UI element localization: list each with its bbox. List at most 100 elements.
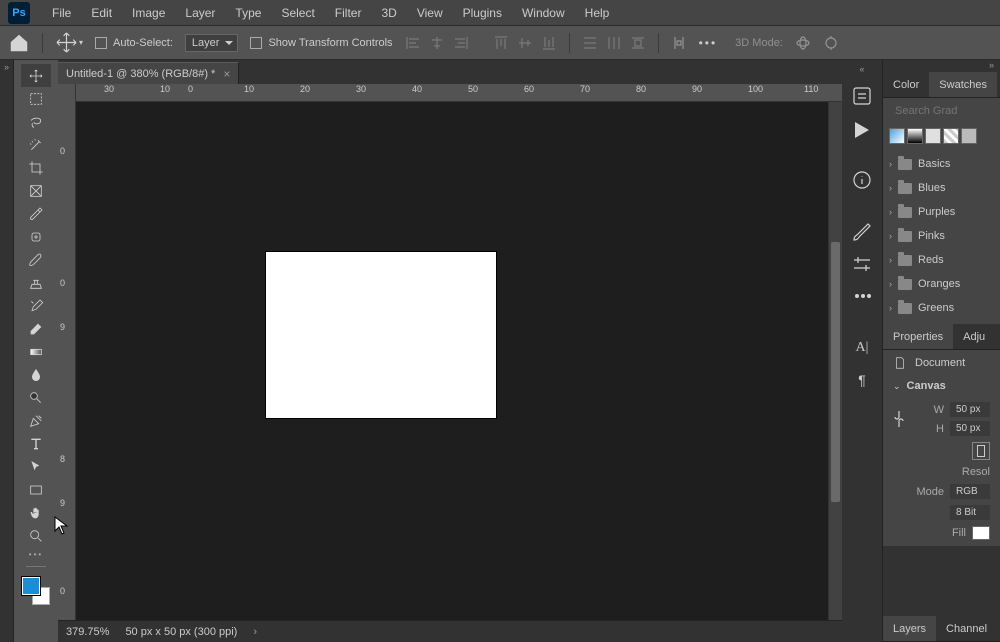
move-tool-icon[interactable]: ▾ <box>55 29 83 57</box>
eraser-tool[interactable] <box>21 317 51 340</box>
menu-select[interactable]: Select <box>271 0 324 26</box>
gradient-preset-swatch[interactable] <box>925 128 941 144</box>
menu-file[interactable]: File <box>42 0 81 26</box>
gradient-folder-row[interactable]: ›Purples <box>883 200 1000 224</box>
tab-layers[interactable]: Layers <box>883 616 936 641</box>
app-logo[interactable]: Ps <box>8 2 30 24</box>
foreground-color-swatch[interactable] <box>22 577 40 595</box>
gradient-preset-swatch[interactable] <box>943 128 959 144</box>
move-tool[interactable] <box>21 64 51 87</box>
distribute-center-v-icon[interactable] <box>606 35 622 51</box>
zoom-level[interactable]: 379.75% <box>66 626 109 638</box>
gradient-folder-row[interactable]: ›Pinks <box>883 224 1000 248</box>
gradient-folder-row[interactable]: ›Greens <box>883 296 1000 320</box>
paragraph-panel-icon[interactable]: ¶ <box>850 368 874 392</box>
edit-toolbar-icon[interactable]: ••• <box>21 547 51 561</box>
gradient-folder-row[interactable]: ›Reds <box>883 248 1000 272</box>
character-panel-icon[interactable]: A| <box>850 336 874 360</box>
blur-tool[interactable] <box>21 363 51 386</box>
menu-view[interactable]: View <box>407 0 453 26</box>
canvas[interactable] <box>266 252 496 418</box>
frame-tool[interactable] <box>21 179 51 202</box>
rectangle-tool[interactable] <box>21 478 51 501</box>
document-info[interactable]: 50 px x 50 px (300 ppi) <box>125 626 237 638</box>
close-tab-icon[interactable]: × <box>223 67 230 81</box>
menu-layer[interactable]: Layer <box>175 0 225 26</box>
styles-panel-icon[interactable] <box>850 284 874 308</box>
menu-plugins[interactable]: Plugins <box>453 0 512 26</box>
magic-wand-tool[interactable] <box>21 133 51 156</box>
menu-window[interactable]: Window <box>512 0 575 26</box>
learn-panel-icon[interactable] <box>850 84 874 108</box>
color-swatches[interactable] <box>22 577 50 605</box>
home-icon[interactable] <box>8 32 30 54</box>
tab-adjustments[interactable]: Adju <box>953 324 995 349</box>
show-transform-check[interactable]: Show Transform Controls <box>250 37 392 49</box>
rect-marquee-tool[interactable] <box>21 87 51 110</box>
libraries-panel-icon[interactable] <box>850 116 874 140</box>
distribute-top-icon[interactable] <box>582 35 598 51</box>
align-left-icon[interactable] <box>405 35 421 51</box>
align-bottom-icon[interactable] <box>541 35 557 51</box>
hand-tool[interactable] <box>21 501 51 524</box>
history-brush-tool[interactable] <box>21 294 51 317</box>
menu-help[interactable]: Help <box>575 0 620 26</box>
type-tool[interactable] <box>21 432 51 455</box>
viewport[interactable] <box>76 102 828 620</box>
link-dimensions-icon[interactable] <box>893 409 905 429</box>
tab-properties[interactable]: Properties <box>883 324 953 349</box>
width-value[interactable]: 50 px <box>950 402 990 417</box>
brushes-panel-icon[interactable] <box>850 220 874 244</box>
gradient-preset-swatch[interactable] <box>961 128 977 144</box>
gradient-tool[interactable] <box>21 340 51 363</box>
align-right-icon[interactable] <box>453 35 469 51</box>
orientation-portrait-icon[interactable] <box>972 442 990 460</box>
distribute-bottom-icon[interactable] <box>630 35 646 51</box>
panel-dock-collapse-icon[interactable]: « <box>859 64 864 76</box>
healing-brush-tool[interactable] <box>21 225 51 248</box>
tab-color[interactable]: Color <box>883 72 929 97</box>
auto-select-target[interactable]: Layer <box>185 34 239 52</box>
menu-filter[interactable]: Filter <box>325 0 372 26</box>
more-options-icon[interactable]: ••• <box>699 36 718 50</box>
menu-edit[interactable]: Edit <box>81 0 122 26</box>
gradient-folder-row[interactable]: ›Blues <box>883 176 1000 200</box>
crop-tool[interactable] <box>21 156 51 179</box>
clone-stamp-tool[interactable] <box>21 271 51 294</box>
align-center-h-icon[interactable] <box>429 35 445 51</box>
canvas-section-header[interactable]: ⌄ Canvas <box>883 376 1000 396</box>
info-panel-icon[interactable] <box>850 168 874 192</box>
ruler-vertical[interactable]: 0098909 <box>58 102 76 620</box>
status-menu-icon[interactable]: › <box>253 626 257 638</box>
gradient-folder-row[interactable]: ›Oranges <box>883 272 1000 296</box>
distribute-spacing-icon[interactable] <box>671 35 687 51</box>
menu-type[interactable]: Type <box>225 0 271 26</box>
pen-tool[interactable] <box>21 409 51 432</box>
toolbar-collapse-icon[interactable]: » <box>0 60 13 74</box>
ruler-horizontal[interactable]: 3010010203040506070809010011012 <box>76 84 842 101</box>
eyedropper-tool[interactable] <box>21 202 51 225</box>
zoom-tool[interactable] <box>21 524 51 547</box>
gradient-preset-swatch[interactable] <box>889 128 905 144</box>
fill-color-swatch[interactable] <box>972 526 990 540</box>
3d-roll-icon[interactable] <box>823 35 839 51</box>
adjustments-panel-icon[interactable] <box>850 252 874 276</box>
auto-select-check[interactable]: Auto-Select: <box>95 37 173 49</box>
lasso-tool[interactable] <box>21 110 51 133</box>
align-top-icon[interactable] <box>493 35 509 51</box>
gradient-folder-row[interactable]: ›Basics <box>883 152 1000 176</box>
ruler-origin[interactable] <box>58 84 76 102</box>
scrollbar-thumb[interactable] <box>831 242 840 502</box>
3d-orbit-icon[interactable] <box>795 35 811 51</box>
document-tab[interactable]: Untitled-1 @ 380% (RGB/8#) * × <box>58 62 239 84</box>
bit-depth-value[interactable]: 8 Bit <box>950 505 990 520</box>
gradient-preset-swatch[interactable] <box>907 128 923 144</box>
path-select-tool[interactable] <box>21 455 51 478</box>
menu-image[interactable]: Image <box>122 0 175 26</box>
mode-value[interactable]: RGB <box>950 484 990 499</box>
align-center-v-icon[interactable] <box>517 35 533 51</box>
brush-tool[interactable] <box>21 248 51 271</box>
dodge-tool[interactable] <box>21 386 51 409</box>
menu-3d[interactable]: 3D <box>371 0 406 26</box>
height-value[interactable]: 50 px <box>950 421 990 436</box>
